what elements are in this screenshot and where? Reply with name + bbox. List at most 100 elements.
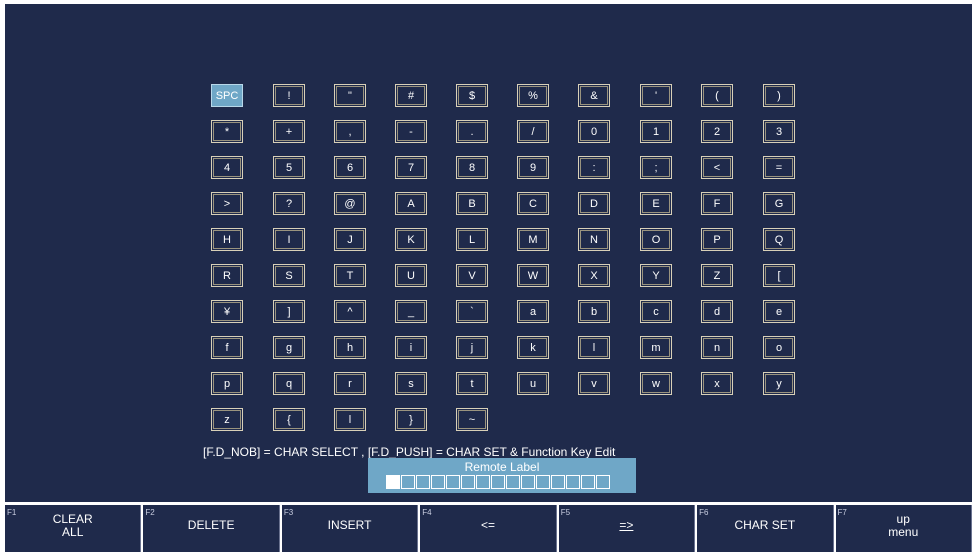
function-key-f7[interactable]: F7 up menu (835, 505, 972, 552)
function-key-f5[interactable]: F5 => (558, 505, 696, 552)
char-key[interactable]: p (211, 372, 243, 395)
char-key[interactable]: $ (456, 84, 488, 107)
char-key[interactable]: 9 (517, 156, 549, 179)
char-key[interactable]: o (763, 336, 795, 359)
char-key[interactable]: ^ (334, 300, 366, 323)
function-key-f6[interactable]: F6 CHAR SET (697, 505, 834, 552)
char-key[interactable]: u (517, 372, 549, 395)
char-key[interactable]: M (517, 228, 549, 251)
char-key[interactable]: G (763, 192, 795, 215)
char-key[interactable]: 4 (211, 156, 243, 179)
char-key[interactable]: 0 (578, 120, 610, 143)
char-key[interactable]: = (763, 156, 795, 179)
function-key-f1[interactable]: F1 CLEAR ALL (5, 505, 142, 552)
char-key[interactable]: : (578, 156, 610, 179)
char-key[interactable]: Y (640, 264, 672, 287)
char-key[interactable]: @ (334, 192, 366, 215)
char-key[interactable]: Q (763, 228, 795, 251)
char-key[interactable]: " (334, 84, 366, 107)
char-key[interactable]: - (395, 120, 427, 143)
char-key[interactable]: & (578, 84, 610, 107)
char-key[interactable]: 1 (640, 120, 672, 143)
char-key[interactable]: w (640, 372, 672, 395)
char-key[interactable]: W (517, 264, 549, 287)
char-key[interactable]: r (334, 372, 366, 395)
char-key[interactable]: f (211, 336, 243, 359)
char-key[interactable]: S (273, 264, 305, 287)
char-key[interactable]: / (517, 120, 549, 143)
char-key[interactable]: C (517, 192, 549, 215)
char-key[interactable]: H (211, 228, 243, 251)
char-key[interactable]: < (701, 156, 733, 179)
char-key[interactable]: ] (273, 300, 305, 323)
char-key[interactable]: ( (701, 84, 733, 107)
char-key[interactable]: ! (273, 84, 305, 107)
char-key[interactable]: % (517, 84, 549, 107)
char-key[interactable]: b (578, 300, 610, 323)
char-key[interactable]: q (273, 372, 305, 395)
char-key[interactable]: i (395, 336, 427, 359)
char-key[interactable]: * (211, 120, 243, 143)
char-key[interactable]: B (456, 192, 488, 215)
char-key[interactable]: J (334, 228, 366, 251)
char-key[interactable]: [ (763, 264, 795, 287)
char-key[interactable]: O (640, 228, 672, 251)
char-key[interactable]: c (640, 300, 672, 323)
char-key[interactable]: j (456, 336, 488, 359)
char-key[interactable]: ' (640, 84, 672, 107)
char-key[interactable]: L (456, 228, 488, 251)
function-key-f3[interactable]: F3 INSERT (281, 505, 419, 552)
char-key[interactable]: { (273, 408, 305, 431)
char-key[interactable]: h (334, 336, 366, 359)
char-key[interactable]: g (273, 336, 305, 359)
char-key[interactable]: P (701, 228, 733, 251)
char-key[interactable]: ? (273, 192, 305, 215)
char-key[interactable]: F (701, 192, 733, 215)
char-key[interactable]: Z (701, 264, 733, 287)
char-key[interactable]: > (211, 192, 243, 215)
char-key[interactable]: ` (456, 300, 488, 323)
char-key[interactable]: SPC (211, 84, 243, 107)
char-key[interactable]: e (763, 300, 795, 323)
char-key[interactable]: 7 (395, 156, 427, 179)
char-key[interactable]: d (701, 300, 733, 323)
char-key[interactable]: n (701, 336, 733, 359)
char-key[interactable]: U (395, 264, 427, 287)
char-key[interactable]: ; (640, 156, 672, 179)
char-key[interactable]: X (578, 264, 610, 287)
char-key[interactable]: k (517, 336, 549, 359)
char-key[interactable]: ) (763, 84, 795, 107)
char-key[interactable]: R (211, 264, 243, 287)
char-key[interactable]: + (273, 120, 305, 143)
char-key[interactable]: 6 (334, 156, 366, 179)
char-key[interactable]: v (578, 372, 610, 395)
char-key[interactable]: l (334, 408, 366, 431)
char-key[interactable]: ¥ (211, 300, 243, 323)
char-key[interactable]: K (395, 228, 427, 251)
char-key[interactable]: 3 (763, 120, 795, 143)
char-key[interactable]: } (395, 408, 427, 431)
char-key[interactable]: x (701, 372, 733, 395)
char-key[interactable]: z (211, 408, 243, 431)
char-key[interactable]: I (273, 228, 305, 251)
char-key[interactable]: 2 (701, 120, 733, 143)
char-key[interactable]: y (763, 372, 795, 395)
char-key[interactable]: V (456, 264, 488, 287)
char-key[interactable]: t (456, 372, 488, 395)
char-key[interactable]: m (640, 336, 672, 359)
char-key[interactable]: ~ (456, 408, 488, 431)
char-key[interactable]: a (517, 300, 549, 323)
char-key[interactable]: . (456, 120, 488, 143)
char-key[interactable]: , (334, 120, 366, 143)
char-key[interactable]: 5 (273, 156, 305, 179)
char-key[interactable]: 8 (456, 156, 488, 179)
char-key[interactable]: s (395, 372, 427, 395)
char-key[interactable]: T (334, 264, 366, 287)
char-key[interactable]: _ (395, 300, 427, 323)
char-key[interactable]: A (395, 192, 427, 215)
char-key[interactable]: N (578, 228, 610, 251)
char-key[interactable]: l (578, 336, 610, 359)
char-key[interactable]: # (395, 84, 427, 107)
function-key-f2[interactable]: F2 DELETE (143, 505, 280, 552)
function-key-f4[interactable]: F4 <= (420, 505, 557, 552)
